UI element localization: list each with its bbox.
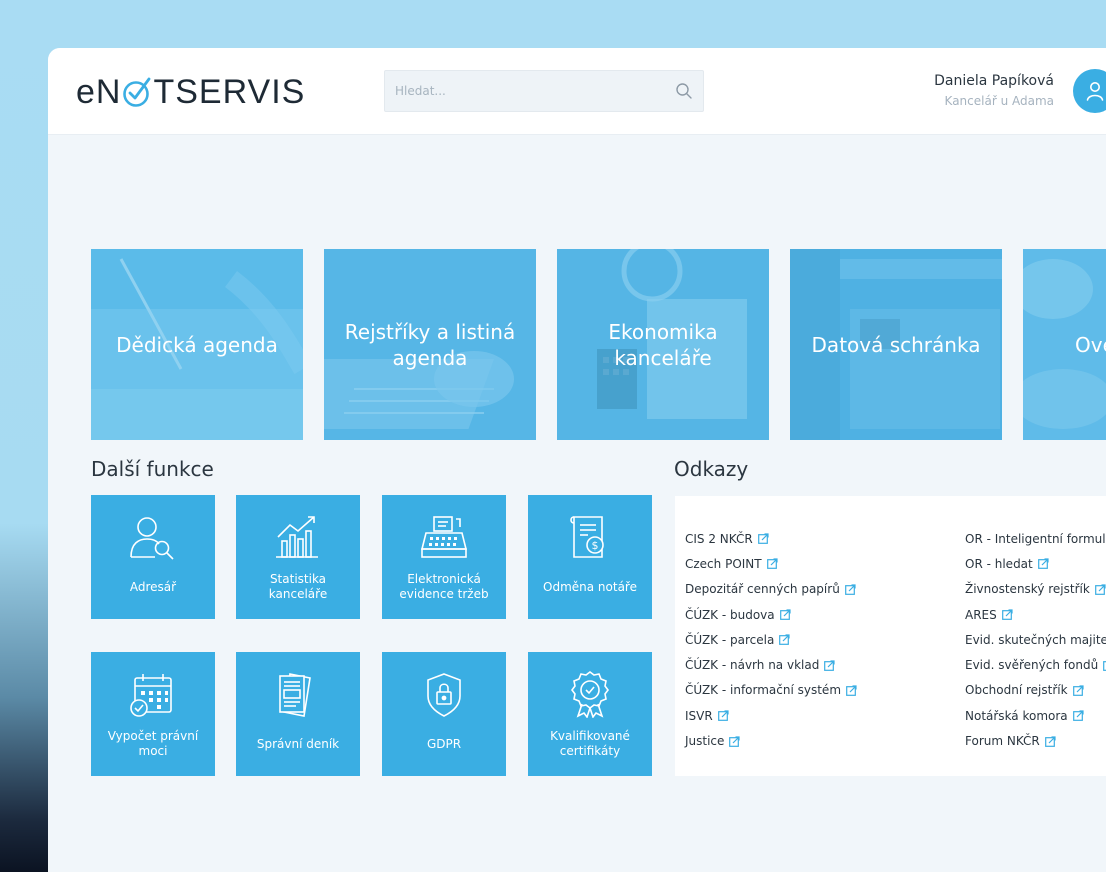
search-box	[384, 70, 704, 112]
tile-ekonomika[interactable]: Ekonomika kanceláře	[557, 249, 769, 440]
func-gdpr[interactable]: GDPR	[382, 652, 506, 776]
search-icon[interactable]	[675, 82, 693, 100]
external-link-icon	[824, 660, 835, 671]
external-link-icon	[757, 533, 769, 545]
external-link-icon	[1072, 710, 1084, 722]
lock-shield-icon	[382, 670, 506, 718]
func-label: Statistika kanceláře	[268, 572, 328, 601]
external-link-icon	[1037, 558, 1049, 570]
link-justice[interactable]: Justice	[685, 728, 857, 753]
cash-register-icon	[382, 513, 506, 561]
link-cuzk-budova[interactable]: ČÚZK - budova	[685, 602, 857, 627]
links-column-left: CIS 2 NKČR Czech POINT Depozitář cenných…	[685, 526, 857, 754]
func-label: GDPR	[426, 736, 462, 751]
func-odmena[interactable]: $ Odměna notáře	[528, 495, 652, 619]
func-spravni-denik[interactable]: Správní deník	[236, 652, 360, 776]
link-or-hledat[interactable]: OR - hledat	[965, 551, 1106, 576]
external-link-icon	[729, 735, 741, 747]
func-adresar[interactable]: Adresář	[91, 495, 215, 619]
func-label: Správní deník	[256, 736, 340, 751]
links-title: Odkazy	[674, 457, 749, 481]
external-link-icon	[1044, 735, 1056, 747]
external-link-icon	[1001, 609, 1013, 620]
func-statistika[interactable]: Statistika kanceláře	[236, 495, 360, 619]
tile-datova-schranka[interactable]: Datová schránka	[790, 249, 1002, 440]
func-label: Elektronická evidence tržeb	[399, 572, 489, 601]
link-cuzk-is[interactable]: ČÚZK - informační systém	[685, 678, 857, 703]
tile-dedicka-agenda[interactable]: Dědická agenda	[91, 249, 303, 440]
external-link-icon	[1094, 584, 1106, 595]
tile-label: Rejstříky a listiná agenda	[344, 319, 516, 370]
app-window: eN TSERVIS Da	[48, 48, 1106, 872]
tile-rejstriky[interactable]: Rejstříky a listiná agenda	[324, 249, 536, 440]
external-link-icon	[846, 685, 857, 696]
invoice-icon: $	[528, 513, 652, 561]
tile-label: Ově	[1075, 332, 1106, 357]
link-cuzk-parcela[interactable]: ČÚZK - parcela	[685, 627, 857, 652]
logo[interactable]: eN TSERVIS	[76, 72, 305, 112]
calendar-icon	[91, 670, 215, 718]
func-certifikaty[interactable]: Kvalifikované certifikáty	[528, 652, 652, 776]
external-link-icon	[766, 558, 778, 570]
svg-text:$: $	[592, 539, 599, 552]
func-pravni-moc[interactable]: Vypočet právní moci	[91, 652, 215, 776]
external-link-icon	[844, 584, 856, 595]
link-forum-nkcr[interactable]: Forum NKČR	[965, 728, 1106, 753]
link-notarska-komora[interactable]: Notářská komora	[965, 703, 1106, 728]
functions-title: Další funkce	[91, 457, 214, 481]
link-obchodni-rejstrik[interactable]: Obchodní rejstřík	[965, 678, 1106, 703]
tile-label: Datová schránka	[811, 332, 981, 357]
logo-text-start: eN	[76, 72, 122, 111]
func-label: Odměna notáře	[543, 579, 637, 594]
chart-icon	[236, 513, 360, 561]
func-label: Kvalifikované certifikáty	[550, 729, 630, 758]
link-skutecni-majitele[interactable]: Evid. skutečných majitel	[965, 627, 1106, 652]
link-zivnostensky[interactable]: Živnostenský rejstřík	[965, 577, 1106, 602]
user-office: Kancelář u Adama	[944, 94, 1054, 108]
func-label: Vypočet právní moci	[107, 729, 199, 758]
search-input[interactable]	[385, 71, 665, 111]
tile-label: Ekonomika kanceláře	[608, 319, 718, 370]
link-cis-nkcr[interactable]: CIS 2 NKČR	[685, 526, 857, 551]
func-label: Adresář	[129, 579, 177, 594]
link-czech-point[interactable]: Czech POINT	[685, 551, 857, 576]
links-column-right: OR - Inteligentní formulá OR - hledat Ži…	[965, 526, 1106, 754]
user-name: Daniela Papíková	[934, 73, 1054, 89]
user-icon	[1086, 82, 1104, 101]
link-ares[interactable]: ARES	[965, 602, 1106, 627]
links-panel: CIS 2 NKČR Czech POINT Depozitář cenných…	[675, 496, 1106, 776]
logo-text-end: TSERVIS	[153, 72, 306, 111]
func-eet[interactable]: Elektronická evidence tržeb	[382, 495, 506, 619]
external-link-icon	[1072, 685, 1084, 696]
tile-label: Dědická agenda	[116, 332, 278, 357]
external-link-icon	[779, 634, 790, 646]
tile-overeni[interactable]: Ově	[1023, 249, 1106, 440]
external-link-icon	[717, 710, 729, 722]
user-info[interactable]: Daniela Papíková Kancelář u Adama	[934, 73, 1054, 108]
link-cuzk-vklad[interactable]: ČÚZK - návrh na vklad	[685, 652, 857, 677]
link-isvr[interactable]: ISVR	[685, 703, 857, 728]
top-bar: eN TSERVIS Da	[48, 48, 1106, 135]
link-sverene-fondy[interactable]: Evid. svěřených fondů	[965, 652, 1106, 677]
address-book-icon	[91, 513, 215, 561]
link-depozitar[interactable]: Depozitář cenných papírů	[685, 577, 857, 602]
documents-icon	[236, 670, 360, 718]
certificate-icon	[528, 670, 652, 718]
external-link-icon	[779, 609, 791, 620]
module-tiles: Dědická agenda Rejstříky a listiná agend…	[91, 249, 1106, 440]
avatar[interactable]	[1073, 69, 1106, 113]
logo-check-icon	[122, 75, 152, 109]
device-frame: eN TSERVIS Da	[0, 0, 1106, 872]
link-or-formulare[interactable]: OR - Inteligentní formulá	[965, 526, 1106, 551]
